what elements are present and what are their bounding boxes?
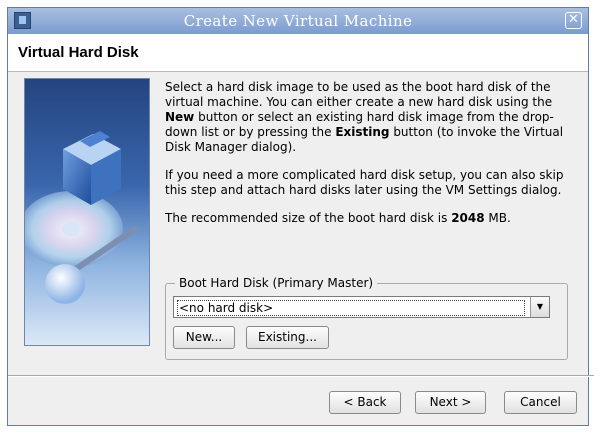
back-button[interactable]: < Back bbox=[329, 391, 401, 414]
recommended-size-paragraph: The recommended size of the boot hard di… bbox=[165, 211, 511, 225]
wizard-header: Virtual Hard Disk bbox=[8, 34, 588, 72]
footer-separator bbox=[8, 375, 594, 377]
page-title: Virtual Hard Disk bbox=[18, 44, 139, 61]
dropdown-arrow-icon[interactable]: ▼ bbox=[530, 297, 549, 317]
window-title: Create New Virtual Machine bbox=[183, 12, 413, 30]
hard-disk-dropdown[interactable]: <no hard disk> ▼ bbox=[173, 296, 550, 318]
recommended-size-value: 2048 bbox=[451, 211, 485, 225]
new-disk-button[interactable]: New... bbox=[173, 326, 235, 349]
boot-hard-disk-legend: Boot Hard Disk (Primary Master) bbox=[175, 276, 378, 290]
wizard-illustration bbox=[24, 78, 150, 346]
boot-hard-disk-group: Boot Hard Disk (Primary Master) <no hard… bbox=[165, 276, 568, 360]
title-bar[interactable]: Create New Virtual Machine ✕ bbox=[8, 8, 588, 34]
cancel-button[interactable]: Cancel bbox=[504, 391, 577, 414]
close-button[interactable]: ✕ bbox=[565, 12, 582, 29]
setup-paragraph: If you need a more complicated hard disk… bbox=[165, 168, 564, 197]
next-button[interactable]: Next > bbox=[415, 391, 486, 414]
description-text: Select a hard disk image to be used as t… bbox=[165, 80, 565, 239]
existing-disk-button[interactable]: Existing... bbox=[246, 326, 329, 349]
intro-paragraph: Select a hard disk image to be used as t… bbox=[165, 80, 564, 154]
hard-disk-selected-value[interactable]: <no hard disk> bbox=[177, 300, 525, 316]
